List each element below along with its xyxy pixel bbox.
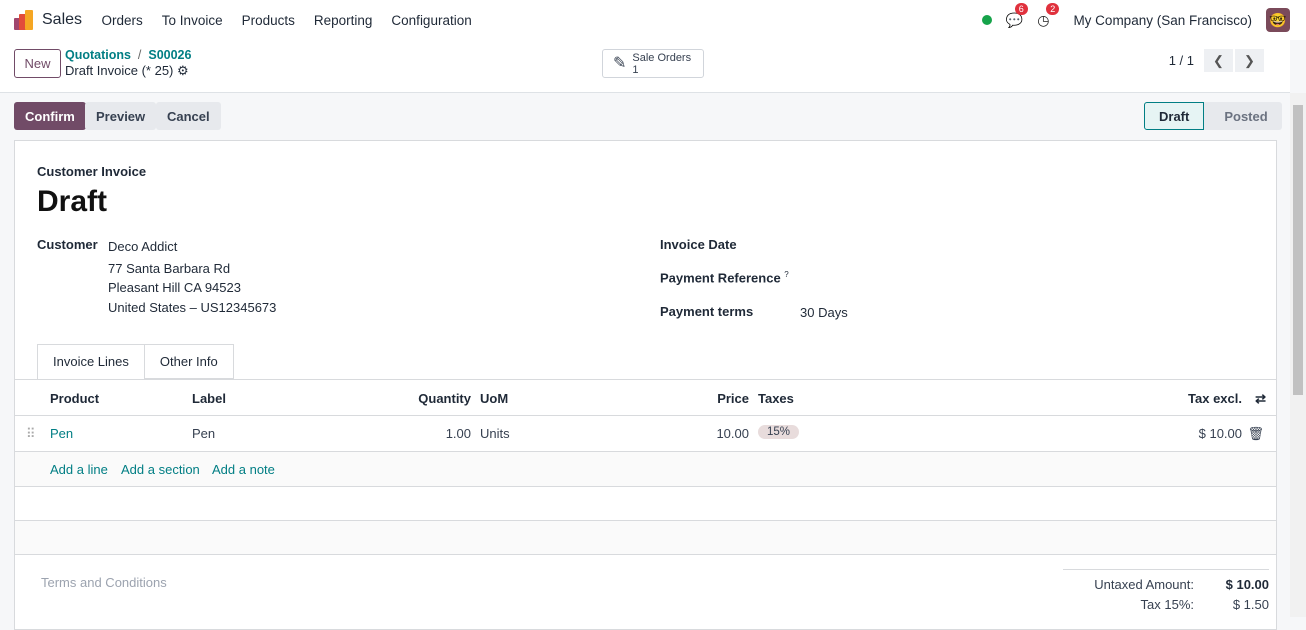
add-row: Add a line Add a section Add a note — [15, 452, 1276, 487]
preview-button[interactable]: Preview — [85, 102, 157, 130]
sales-app-logo[interactable] — [14, 10, 34, 30]
payment-terms-label: Payment terms — [660, 304, 754, 319]
customer-country: United States – US12345673 — [108, 299, 277, 315]
add-section-link[interactable]: Add a section — [121, 462, 200, 477]
cell-uom[interactable]: Units — [480, 426, 510, 441]
untaxed-label: Untaxed Amount: — [1094, 577, 1194, 592]
drag-handle-icon[interactable]: ⠿ — [26, 426, 36, 442]
empty-row — [15, 521, 1276, 555]
company-switcher[interactable]: My Company (San Francisco) — [1073, 13, 1252, 28]
activities-badge: 2 — [1046, 2, 1060, 15]
pager-previous-icon[interactable]: ❮ — [1204, 49, 1233, 72]
breadcrumb-order[interactable]: S00026 — [148, 48, 191, 62]
col-label[interactable]: Label — [192, 391, 226, 406]
customer-name[interactable]: Deco Addict — [108, 237, 276, 257]
optional-columns-icon[interactable]: ⇄ — [1255, 391, 1266, 407]
cell-quantity[interactable]: 1.00 — [446, 426, 471, 441]
smart-button-value: 1 — [632, 63, 639, 76]
tax-tag[interactable]: 15% — [758, 425, 800, 439]
terms-conditions-field[interactable]: Terms and Conditions — [41, 575, 167, 590]
cancel-button[interactable]: Cancel — [156, 102, 221, 130]
customer-field[interactable]: Deco Addict 77 Santa Barbara Rd Pleasant… — [108, 237, 276, 317]
tax-amount: $ 1.50 — [1232, 597, 1269, 612]
presence-status-icon — [981, 15, 992, 25]
edit-icon: ✎ — [613, 54, 627, 72]
customer-label: Customer — [37, 237, 98, 252]
breadcrumb: Quotations / S00026 Draft Invoice (* 25)… — [65, 48, 192, 78]
add-note-link[interactable]: Add a note — [212, 462, 275, 477]
user-avatar[interactable]: 🤓 — [1266, 8, 1290, 32]
new-button[interactable]: New — [14, 49, 61, 78]
help-tooltip-icon[interactable]: ? — [784, 270, 788, 279]
invoice-date-label: Invoice Date — [660, 237, 737, 252]
tax-label: Tax 15%: — [1140, 597, 1194, 612]
cell-product[interactable]: Pen — [50, 426, 73, 441]
delete-icon[interactable]: 🗑 — [1247, 426, 1264, 442]
pager-next-icon[interactable]: ❯ — [1235, 49, 1264, 72]
breadcrumb-quotations[interactable]: Quotations — [65, 48, 131, 62]
totals: Untaxed Amount: $ 10.00 Tax 15%: $ 1.50 — [1063, 569, 1269, 612]
payment-reference-label: Payment Reference ? — [660, 270, 789, 286]
table-header: Product Label Quantity UoM Price Taxes T… — [15, 380, 1276, 416]
col-price[interactable]: Price — [717, 391, 749, 406]
activities-icon[interactable]: ◷ 2 — [1037, 2, 1060, 29]
col-product[interactable]: Product — [50, 391, 99, 406]
col-taxes[interactable]: Taxes — [758, 391, 794, 406]
top-navbar: Sales Orders To Invoice Products Reporti… — [0, 0, 1306, 40]
customer-city: Pleasant Hill CA 94523 — [108, 280, 241, 295]
messages-badge: 6 — [1014, 2, 1028, 15]
col-tax-excl[interactable]: Tax excl. — [1188, 391, 1242, 406]
scrollbar-thumb[interactable] — [1293, 105, 1303, 395]
app-name[interactable]: Sales — [42, 11, 82, 29]
status-bar: Draft Posted — [1144, 102, 1282, 130]
empty-row — [15, 487, 1276, 521]
gear-icon[interactable]: ⚙ — [177, 63, 189, 78]
sale-orders-smart-button[interactable]: ✎ Sale Orders 1 — [602, 49, 704, 78]
menu-orders[interactable]: Orders — [92, 13, 152, 28]
status-draft[interactable]: Draft — [1144, 102, 1205, 130]
confirm-button[interactable]: Confirm — [14, 102, 86, 130]
control-panel: New Quotations / S00026 Draft Invoice (*… — [0, 40, 1290, 93]
col-quantity[interactable]: Quantity — [418, 391, 471, 406]
tab-invoice-lines[interactable]: Invoice Lines — [37, 344, 145, 379]
smart-button-label: Sale Orders — [632, 51, 692, 64]
form-sheet: Customer Invoice Draft Customer Deco Add… — [14, 140, 1277, 630]
messages-icon[interactable]: 💬 6 — [1006, 2, 1028, 29]
record-title: Draft Invoice (* 25) — [65, 63, 174, 78]
tab-other-info[interactable]: Other Info — [144, 344, 234, 379]
menu-configuration[interactable]: Configuration — [382, 13, 481, 28]
invoice-type: Customer Invoice — [37, 164, 147, 179]
payment-terms-field[interactable]: 30 Days — [800, 305, 848, 320]
col-uom[interactable]: UoM — [480, 391, 508, 406]
customer-street: 77 Santa Barbara Rd — [108, 260, 231, 276]
pager-value[interactable]: 1 / 1 — [1169, 53, 1194, 68]
cell-label[interactable]: Pen — [192, 426, 215, 441]
table-row[interactable]: ⠿ Pen Pen 1.00 Units 10.00 15% $ 10.00 🗑 — [15, 416, 1276, 452]
untaxed-amount: $ 10.00 — [1225, 577, 1269, 592]
cell-price[interactable]: 10.00 — [716, 426, 749, 441]
menu-products[interactable]: Products — [232, 13, 304, 28]
invoice-name: Draft — [37, 185, 108, 218]
menu-to-invoice[interactable]: To Invoice — [152, 13, 232, 28]
cell-subtotal: $ 10.00 — [1198, 426, 1242, 441]
invoice-lines-table: Product Label Quantity UoM Price Taxes T… — [15, 379, 1276, 555]
menu-reporting[interactable]: Reporting — [304, 13, 382, 28]
status-posted[interactable]: Posted — [1204, 102, 1282, 130]
scrollbar[interactable] — [1290, 93, 1306, 617]
add-line-link[interactable]: Add a line — [50, 462, 108, 477]
pager: 1 / 1 ❮ ❯ — [1169, 49, 1264, 72]
